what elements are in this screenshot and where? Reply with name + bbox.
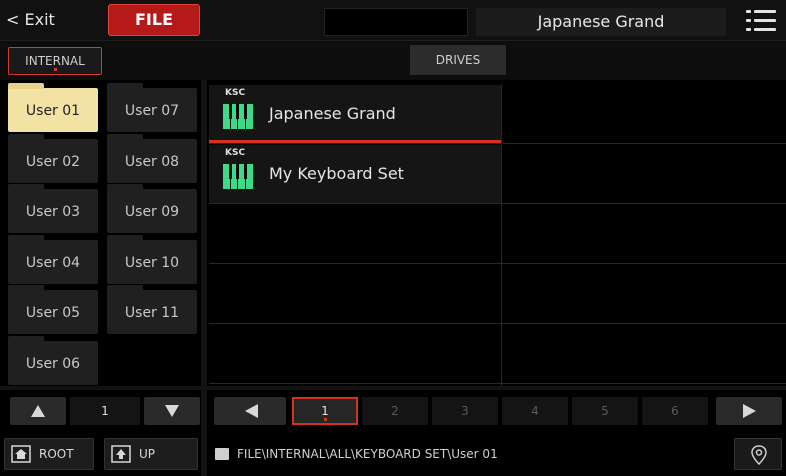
- file-name: Japanese Grand: [269, 104, 396, 123]
- triangle-up-icon: [31, 405, 45, 417]
- file-name: My Keyboard Set: [269, 164, 404, 183]
- user-folder[interactable]: User 06: [8, 335, 98, 385]
- keyboard-set-icon: KSC: [213, 87, 263, 139]
- triangle-left-icon: [245, 404, 258, 418]
- root-label: ROOT: [39, 447, 74, 461]
- page-number-button[interactable]: 2: [362, 397, 428, 425]
- user-folder[interactable]: User 10: [107, 234, 197, 284]
- up-label: UP: [139, 447, 156, 461]
- user-folder[interactable]: User 05: [8, 285, 98, 334]
- up-arrow-icon: [111, 445, 131, 463]
- triangle-down-icon: [165, 405, 179, 417]
- selection-dot: [54, 68, 57, 71]
- file-item[interactable]: KSC Japanese Grand: [209, 85, 501, 143]
- root-button[interactable]: ROOT: [4, 438, 94, 470]
- page-next-button[interactable]: [716, 397, 782, 425]
- ksc-type-label: KSC: [225, 88, 246, 98]
- grid-divider: [501, 84, 502, 386]
- location-pin-button[interactable]: [734, 438, 782, 470]
- piano-keys-icon: [223, 164, 253, 189]
- page-number-button[interactable]: 6: [642, 397, 708, 425]
- folder-page-up-button[interactable]: [10, 397, 66, 425]
- user-folder[interactable]: User 01: [8, 83, 98, 132]
- current-sound-title[interactable]: Japanese Grand: [476, 8, 726, 36]
- folder-page-down-button[interactable]: [144, 397, 200, 425]
- page-number-button[interactable]: 5: [572, 397, 638, 425]
- folder-page-counter: 1: [70, 397, 140, 425]
- piano-keys-icon: [223, 104, 253, 129]
- user-folder[interactable]: User 09: [107, 184, 197, 233]
- grid-divider: [209, 323, 786, 324]
- user-folder[interactable]: User 08: [107, 133, 197, 183]
- page-number: 6: [671, 404, 679, 418]
- user-folder[interactable]: User 03: [8, 184, 98, 233]
- page-number: 3: [461, 404, 469, 418]
- location-tab-bar: INTERNAL DRIVES: [0, 40, 786, 80]
- file-item[interactable]: KSC My Keyboard Set: [209, 145, 501, 203]
- internal-tab[interactable]: INTERNAL: [8, 47, 102, 75]
- ksc-type-label: KSC: [225, 148, 246, 158]
- page-number: 5: [601, 404, 609, 418]
- page-number: 2: [391, 404, 399, 418]
- keyboard-set-icon: KSC: [213, 147, 263, 199]
- top-bar: < Exit FILE Japanese Grand: [0, 0, 786, 40]
- home-icon: [11, 445, 31, 463]
- page-number-button[interactable]: 1: [292, 397, 358, 425]
- path-text: FILE\INTERNAL\ALL\KEYBOARD SET\User 01: [237, 447, 498, 461]
- page-number-button[interactable]: 4: [502, 397, 568, 425]
- top-empty-field: [324, 8, 468, 36]
- internal-tab-label: INTERNAL: [25, 54, 85, 68]
- bottom-separator: [0, 386, 786, 390]
- exit-button[interactable]: < Exit: [6, 0, 96, 40]
- grid-divider: [209, 263, 786, 264]
- grid-divider: [209, 383, 786, 384]
- triangle-right-icon: [743, 404, 756, 418]
- panel-divider: [201, 80, 207, 476]
- selection-dot: [324, 418, 327, 421]
- user-folder[interactable]: User 11: [107, 285, 197, 334]
- page-number-button[interactable]: 3: [432, 397, 498, 425]
- file-tab[interactable]: FILE: [108, 4, 200, 36]
- menu-icon[interactable]: [746, 8, 776, 34]
- grid-divider: [209, 203, 786, 204]
- grid-divider: [209, 143, 786, 144]
- page-prev-button[interactable]: [214, 397, 286, 425]
- user-folder[interactable]: User 07: [107, 83, 197, 132]
- drives-tab[interactable]: DRIVES: [410, 45, 506, 75]
- folder-icon: [215, 448, 229, 460]
- user-folder[interactable]: User 04: [8, 234, 98, 284]
- up-button[interactable]: UP: [104, 438, 198, 470]
- page-number: 1: [321, 404, 329, 418]
- user-folder[interactable]: User 02: [8, 133, 98, 183]
- page-number: 4: [531, 404, 539, 418]
- path-display: FILE\INTERNAL\ALL\KEYBOARD SET\User 01: [209, 438, 724, 470]
- location-pin-icon: [751, 445, 767, 466]
